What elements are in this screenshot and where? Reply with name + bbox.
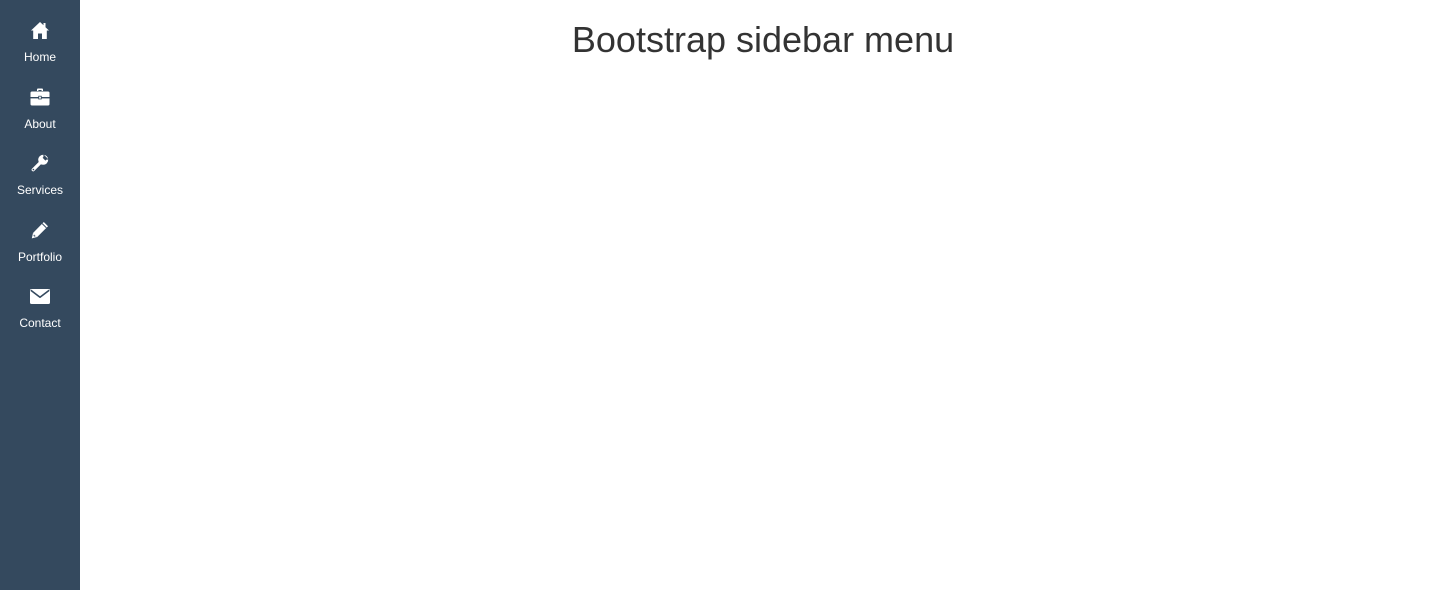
sidebar-item-portfolio[interactable]: Portfolio	[0, 219, 80, 285]
sidebar: Home About Services Portfolio Contact	[0, 0, 80, 590]
briefcase-icon	[29, 86, 51, 108]
sidebar-item-label: Portfolio	[17, 250, 63, 264]
wrench-icon	[29, 152, 51, 174]
pencil-icon	[29, 219, 51, 241]
page-title: Bootstrap sidebar menu	[571, 19, 955, 60]
sidebar-item-about[interactable]: About	[0, 86, 80, 152]
sidebar-item-label: Contact	[19, 316, 61, 330]
home-icon	[29, 20, 51, 42]
sidebar-item-label: Services	[16, 183, 63, 197]
sidebar-item-services[interactable]: Services	[0, 152, 80, 218]
sidebar-item-home[interactable]: Home	[0, 20, 80, 86]
sidebar-item-contact[interactable]: Contact	[0, 286, 80, 352]
main-content: Bootstrap sidebar menu	[80, 0, 1446, 590]
sidebar-item-label: About	[24, 117, 56, 131]
envelope-icon	[29, 286, 51, 308]
sidebar-item-label: Home	[23, 50, 56, 64]
